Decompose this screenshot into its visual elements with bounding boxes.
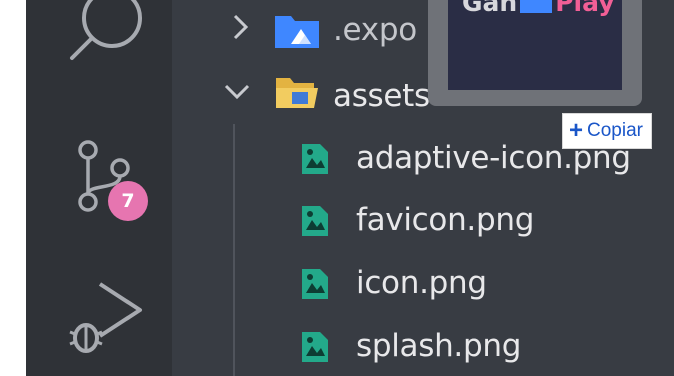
- copy-button[interactable]: + Copiar: [562, 113, 652, 149]
- tree-item-label: assets: [333, 78, 430, 114]
- search-icon[interactable]: [62, 0, 152, 84]
- tree-indent-guide: [233, 124, 235, 376]
- image-file-icon: [300, 330, 330, 368]
- image-file-icon: [300, 267, 330, 305]
- preview-logo-icon: [520, 0, 553, 13]
- chevron-down-icon: [222, 82, 252, 106]
- image-file-icon: [300, 204, 330, 242]
- preview-text-right: Play: [555, 0, 615, 17]
- chevron-right-icon: [230, 12, 252, 46]
- image-file-icon: [300, 142, 330, 180]
- image-preview-text: Gan Play: [462, 0, 615, 17]
- tree-item-label: .expo: [333, 12, 417, 48]
- tree-item-label: favicon.png: [356, 202, 535, 238]
- run-debug-icon[interactable]: [62, 278, 152, 372]
- plus-icon: +: [569, 117, 584, 144]
- tree-item-label: icon.png: [356, 265, 487, 301]
- copy-button-label: Copiar: [587, 120, 643, 141]
- window-edge: [0, 0, 26, 376]
- source-control-badge: 7: [108, 181, 148, 221]
- preview-text-left: Gan: [462, 0, 518, 17]
- screenshot-frame: 7 .expo assets adaptive-icon.png favicon…: [0, 0, 674, 376]
- expo-folder-icon: [273, 14, 321, 54]
- tree-item-label: splash.png: [356, 328, 522, 364]
- assets-folder-icon: [274, 74, 320, 116]
